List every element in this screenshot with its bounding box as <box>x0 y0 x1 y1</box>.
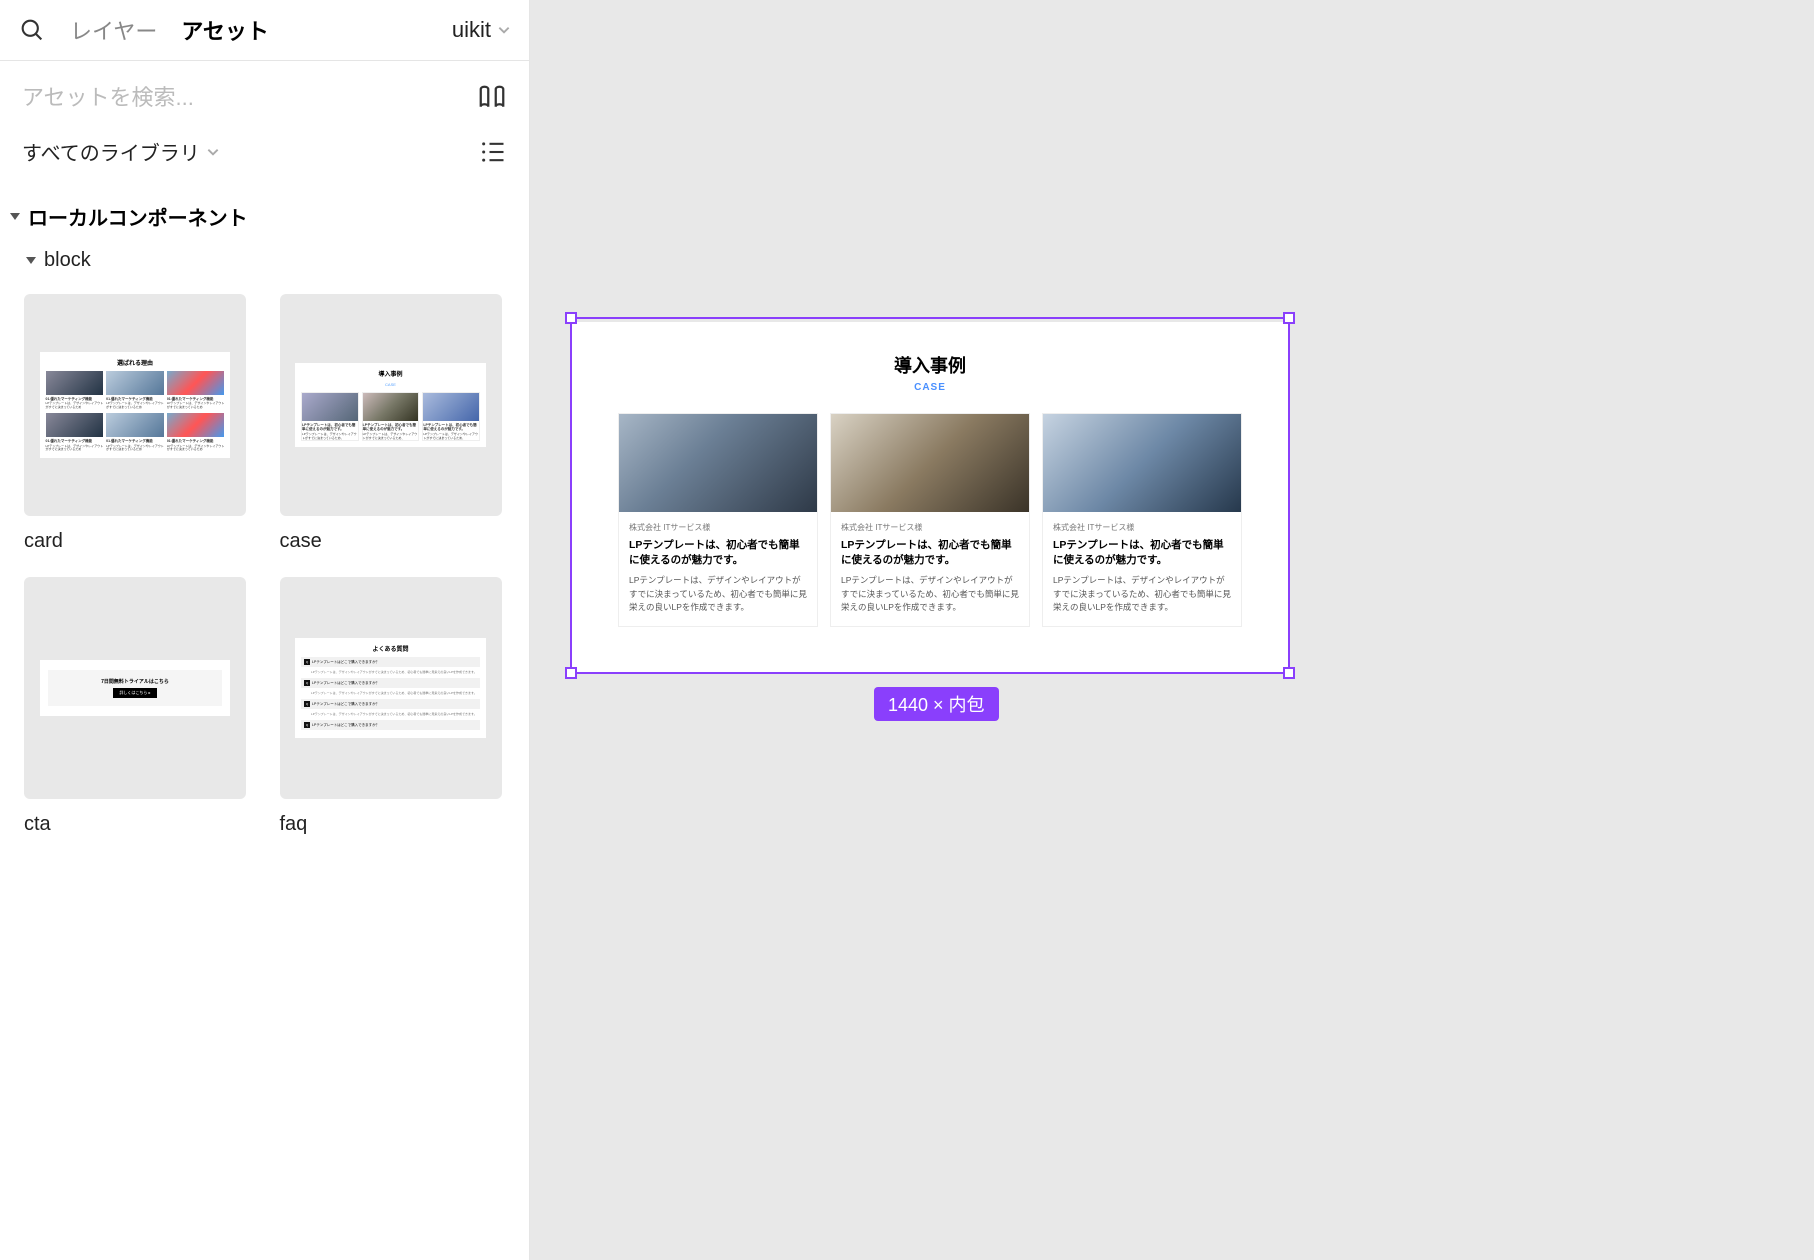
resize-handle-bl[interactable] <box>565 667 577 679</box>
library-filter[interactable]: すべてのライブラリ <box>22 137 220 166</box>
asset-thumbnail: 導入事例 CASE LPテンプレートは、初心者でも簡単に使えるのが魅力です。LP… <box>280 294 502 516</box>
asset-label: faq <box>280 813 506 836</box>
asset-label: cta <box>24 813 250 836</box>
asset-card[interactable]: 選ばれる理由 01.優れたマーケティング機能LPテンプレートは、デザインやレイア… <box>24 294 250 553</box>
asset-cta[interactable]: 7日間無料トライアルはこちら 詳しくはこちら ▸ cta <box>24 577 250 836</box>
asset-search-row <box>0 61 529 121</box>
section-local-components[interactable]: ローカルコンポーネント <box>10 192 519 241</box>
selection-outline[interactable] <box>570 317 1290 674</box>
disclosure-triangle-icon <box>10 213 20 220</box>
panel-tabs: レイヤー アセット uikit <box>0 0 529 61</box>
search-icon[interactable] <box>18 16 46 44</box>
section-title: ローカルコンポーネント <box>28 202 248 231</box>
asset-thumbnail: 7日間無料トライアルはこちら 詳しくはこちら ▸ <box>24 577 246 799</box>
tab-assets[interactable]: アセット <box>181 14 269 46</box>
asset-search-input[interactable] <box>22 85 465 111</box>
thumb-title: 選ばれる理由 <box>46 358 225 367</box>
resize-handle-br[interactable] <box>1283 667 1295 679</box>
group-label: block <box>44 249 91 272</box>
selection-size-badge: 1440 × 内包 <box>874 687 999 721</box>
library-icon[interactable] <box>477 83 507 113</box>
resize-handle-tr[interactable] <box>1283 312 1295 324</box>
local-components-section: ローカルコンポーネント block 選ばれる理由 01.優れたマーケティング機能… <box>0 182 529 860</box>
list-view-icon[interactable] <box>479 138 507 166</box>
canvas[interactable]: 導入事例 CASE 株式会社 ITサービス様 LPテンプレートは、初心者でも簡単… <box>530 0 1814 1260</box>
group-block[interactable]: block <box>10 241 519 280</box>
library-filter-label: すべてのライブラリ <box>22 137 200 166</box>
assets-panel: レイヤー アセット uikit すべてのライブラリ ローカルコンポーネント b <box>0 0 530 1260</box>
asset-label: card <box>24 530 250 553</box>
chevron-down-icon <box>497 23 511 37</box>
disclosure-triangle-icon <box>26 257 36 264</box>
asset-label: case <box>280 530 506 553</box>
asset-thumbnail: 選ばれる理由 01.優れたマーケティング機能LPテンプレートは、デザインやレイア… <box>24 294 246 516</box>
asset-case[interactable]: 導入事例 CASE LPテンプレートは、初心者でも簡単に使えるのが魅力です。LP… <box>280 294 506 553</box>
chevron-down-icon <box>206 145 220 159</box>
asset-grid: 選ばれる理由 01.優れたマーケティング機能LPテンプレートは、デザインやレイア… <box>10 280 519 860</box>
library-filter-row: すべてのライブラリ <box>0 121 529 182</box>
file-name-label: uikit <box>452 17 491 43</box>
asset-thumbnail: よくある質問 QLPテンプレートはどこで購入できますか？ LPテンプレートは、デ… <box>280 577 502 799</box>
resize-handle-tl[interactable] <box>565 312 577 324</box>
thumb-title: 導入事例 <box>301 369 480 378</box>
asset-faq[interactable]: よくある質問 QLPテンプレートはどこで購入できますか？ LPテンプレートは、デ… <box>280 577 506 836</box>
tab-layers[interactable]: レイヤー <box>70 14 157 46</box>
file-switcher[interactable]: uikit <box>452 17 511 43</box>
